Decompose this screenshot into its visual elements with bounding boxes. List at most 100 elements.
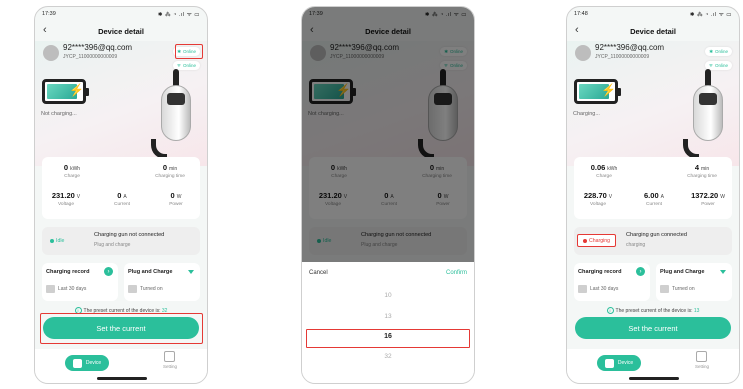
bluetooth-icon: ✱ (709, 48, 713, 54)
time-unit: min (169, 166, 178, 172)
power-value: 1372.20 (691, 191, 719, 200)
charging-record-card[interactable]: Charging record › Last 30 days (574, 263, 650, 301)
back-arrow-icon[interactable]: ‹ (43, 24, 47, 36)
stat-voltage: 231.20VVoltage (36, 191, 96, 207)
device-id: JYCP_11000000000009 (63, 54, 118, 60)
picker-option[interactable]: 32 (302, 353, 474, 360)
tab-bar: Device Setting (35, 349, 207, 383)
highlight-box-set-current (40, 313, 203, 344)
charge-unit: kWh (70, 166, 81, 172)
stat-current: 0A Current (92, 191, 152, 207)
charging-status-text: Charging... (573, 111, 600, 117)
voltage-label: Voltage (57, 202, 74, 207)
tab-setting[interactable]: Setting (695, 351, 709, 369)
picker-cancel-button[interactable]: Cancel (309, 270, 328, 276)
plug-and-charge-title: Plug and Charge (128, 269, 173, 275)
page-title: Device detail (98, 26, 144, 36)
voltage-value: 231.20 (51, 191, 75, 200)
bluetooth-status-label: Online (714, 49, 728, 54)
power-unit: W (176, 194, 182, 200)
charging-record-title: Charging record (578, 269, 622, 275)
charger-gun-image (683, 69, 725, 159)
current-label: Current (646, 202, 662, 207)
dropdown-icon[interactable] (720, 270, 726, 274)
tab-device[interactable]: Device (597, 355, 641, 371)
charger-gun-image (151, 69, 193, 159)
plug-icon (128, 285, 137, 293)
settings-icon (696, 351, 708, 362)
stat-voltage: 228.70 V Voltage (568, 191, 628, 207)
device-header: 92****396@qq.com JYCP_11000000000009 ✱On… (35, 41, 207, 166)
set-current-button[interactable]: Set the current (575, 317, 731, 339)
power-label: Power (169, 202, 183, 207)
tab-setting-label: Setting (162, 364, 177, 369)
time-value: 4 (694, 163, 700, 172)
tab-setting-label: Setting (694, 364, 709, 369)
charge-unit: kWh (607, 166, 618, 172)
stat-time: 0min Charging time (140, 163, 200, 179)
charge-label: Charge (596, 174, 612, 179)
gun-screen (167, 93, 185, 105)
charging-record-card[interactable]: Charging record › Last 30 days (42, 263, 118, 301)
time-value: 0 (162, 163, 168, 172)
state-badge-label: Idle (56, 237, 65, 244)
nav-bar: ‹ Device detail (567, 21, 739, 41)
settings-icon (164, 351, 176, 362)
phone-screen-idle: 17:39 ✱ ⁂ ◔ .ıl ᯤ ▭ ‹ Device detail 92**… (34, 6, 208, 384)
arrow-right-icon[interactable]: › (636, 267, 645, 276)
picker-option[interactable]: 13 (302, 313, 474, 320)
wifi-status-label: Online (714, 63, 728, 68)
mode-status: Turned on (140, 286, 163, 292)
tab-setting[interactable]: Setting (163, 351, 177, 369)
picker-option[interactable]: 10 (302, 292, 474, 299)
modal-backdrop[interactable] (302, 7, 474, 262)
stat-current: 6.00 A Current (624, 191, 684, 207)
power-unit: W (720, 194, 725, 200)
phone-screen-picker: 17:39 ✱ ⁂ ◔ .ıl ᯤ ▭ ‹ Device detail 92**… (301, 6, 475, 384)
plug-and-charge-card[interactable]: Plug and Charge Turned on (656, 263, 732, 301)
dropdown-icon[interactable] (188, 270, 194, 274)
stats-card: 0.06 kWh Charge 4 min Charging time 228.70 V V… (574, 157, 732, 219)
charge-label: Charge (64, 174, 80, 179)
time-label: Charging time (155, 174, 185, 179)
status-time: 17:48 (574, 11, 588, 17)
time-label: Charging time (687, 174, 717, 179)
current-unit: A (123, 194, 127, 200)
voltage-unit: V (608, 194, 613, 200)
highlight-box-online (175, 44, 203, 59)
info-icon: i (606, 307, 614, 314)
calendar-icon (578, 285, 587, 293)
battery-graphic: ⚡ (42, 79, 89, 104)
arrow-right-icon[interactable]: › (104, 267, 113, 276)
user-email: 92****396@qq.com (595, 43, 665, 52)
status-dot-icon (50, 238, 54, 243)
tab-bar: Device Setting (567, 349, 739, 383)
home-indicator (629, 377, 679, 380)
tab-device-label: Device (617, 360, 634, 366)
state-badge: Charging (577, 234, 617, 247)
charge-value: 0.06 (590, 163, 606, 172)
highlight-box-picker-selection (306, 329, 470, 348)
back-arrow-icon[interactable]: ‹ (575, 24, 579, 36)
plug-and-charge-card[interactable]: Plug and Charge Turned on (124, 263, 200, 301)
status-dot-icon (583, 238, 587, 243)
current-value: 6.00 (644, 191, 659, 200)
current-unit: A (660, 194, 664, 200)
voltage-label: Voltage (589, 202, 606, 207)
home-icon (72, 358, 82, 368)
stat-time: 4 min Charging time (672, 163, 732, 179)
cable-tail (683, 139, 699, 159)
charging-state-card: Charging Charging gun connected charging (574, 227, 732, 255)
nav-bar: ‹ Device detail (35, 21, 207, 41)
picker-confirm-button[interactable]: Confirm (446, 270, 467, 276)
tab-device[interactable]: Device (65, 355, 109, 371)
home-icon (604, 358, 614, 368)
user-email: 92****396@qq.com (63, 43, 133, 52)
current-picker-sheet: Cancel Confirm 10 13 16 32 (302, 262, 474, 383)
battery-nub (617, 88, 621, 96)
status-icons: ✱ ⁂ ◔ .ıl ᯤ ▭ (689, 12, 732, 18)
calendar-icon (46, 285, 55, 293)
preset-value: 13 (693, 307, 700, 314)
state-subtitle: Plug and charge (94, 242, 131, 248)
current-label: Current (114, 202, 130, 207)
